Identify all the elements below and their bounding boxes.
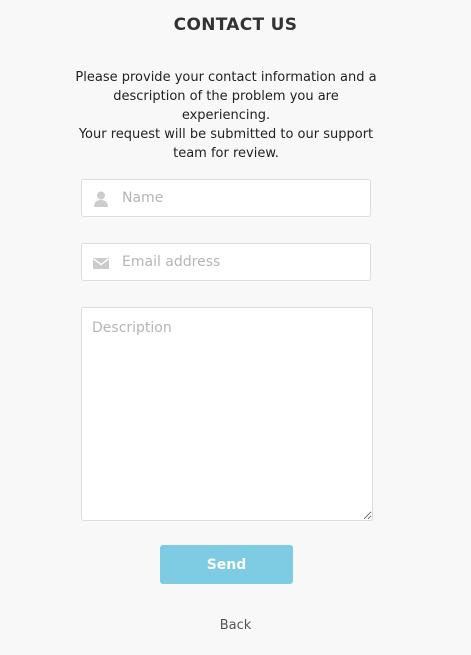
page-title: CONTACT US xyxy=(173,15,298,35)
email-field[interactable] xyxy=(81,243,371,281)
intro-line-2: Your request will be submitted to our su… xyxy=(78,127,374,161)
back-link[interactable]: Back xyxy=(0,618,471,633)
description-textarea[interactable] xyxy=(81,307,373,521)
user-icon xyxy=(92,191,110,207)
contact-page: CONTACT US Please provide your contact i… xyxy=(0,0,471,655)
intro-line-1: Please provide your contact information … xyxy=(75,70,377,123)
send-button[interactable]: Send xyxy=(160,545,293,584)
intro-text: Please provide your contact information … xyxy=(74,68,378,163)
envelope-icon xyxy=(92,255,110,271)
name-input[interactable] xyxy=(122,180,362,216)
name-field[interactable] xyxy=(81,179,371,217)
email-input[interactable] xyxy=(122,244,362,280)
